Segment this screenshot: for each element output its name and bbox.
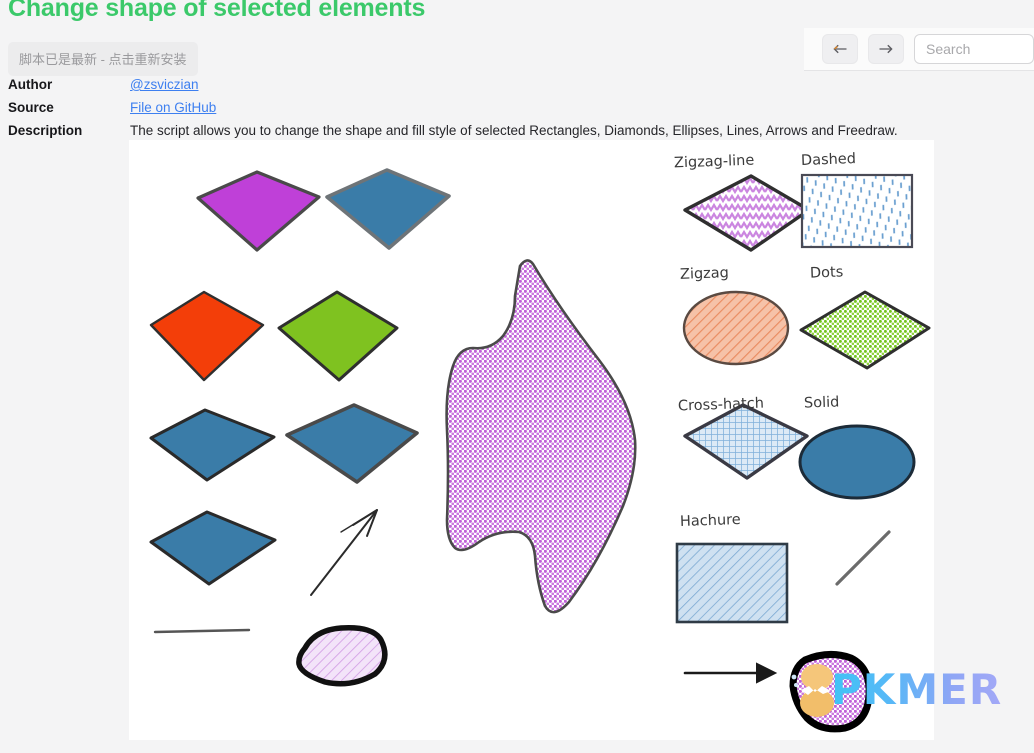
label-dashed: Dashed <box>800 151 857 169</box>
arrow-right-bottom <box>683 662 778 684</box>
line-horizontal <box>153 628 251 634</box>
search-box[interactable] <box>914 34 1034 64</box>
meta-key-author: Author <box>8 77 53 92</box>
ellipse-zigzag <box>682 290 790 366</box>
source-link[interactable]: File on GitHub <box>130 100 216 115</box>
label-dots: Dots <box>809 264 844 282</box>
diamond-solid-green <box>277 290 399 382</box>
meta-value-description: The script allows you to change the shap… <box>130 123 898 138</box>
meta-row-source: Source File on GitHub <box>8 96 1034 119</box>
author-link[interactable]: @zsviczian <box>130 77 198 92</box>
diamond-solid-blue-1 <box>325 168 451 250</box>
rect-hachure <box>675 542 789 624</box>
illustration-panel: Zigzag-line Dashed Zigzag Dots Cross-hat… <box>129 140 934 740</box>
diamond-zigzag-line <box>683 174 811 252</box>
label-solid: Solid <box>803 394 840 412</box>
meta-key-source: Source <box>8 100 54 115</box>
freedraw-hachure-purple <box>296 625 388 687</box>
diamond-solid-blue-3 <box>285 403 419 484</box>
diamond-dots <box>799 290 931 370</box>
meta-key-description: Description <box>8 123 83 138</box>
page-title: Change shape of selected elements <box>8 0 426 22</box>
nav-cluster <box>804 28 1034 71</box>
search-input[interactable] <box>924 40 1024 58</box>
label-zigzag-line: Zigzag-line <box>673 152 755 172</box>
meta-value-source: File on GitHub <box>130 96 216 119</box>
illustration-svg <box>149 168 931 733</box>
freedraw-dots-purple-large <box>445 259 637 614</box>
meta-row-description: Description The script allows you to cha… <box>8 119 1034 142</box>
diamond-solid-blue-2 <box>149 408 276 482</box>
rect-dashed <box>800 173 914 249</box>
arrow-left-icon <box>833 44 847 54</box>
forward-button[interactable] <box>868 34 904 64</box>
diamond-cross-hatch <box>683 403 809 480</box>
arrow-diagonal <box>310 509 378 596</box>
label-hachure: Hachure <box>679 511 741 531</box>
diamond-solid-purple <box>196 170 321 252</box>
arrow-right-icon <box>879 44 893 54</box>
meta-row-author: Author @zsviczian <box>8 73 1034 96</box>
line-diagonal <box>835 530 891 586</box>
back-button[interactable] <box>822 34 858 64</box>
diamond-solid-orange <box>149 290 265 382</box>
script-metadata: Author @zsviczian Source File on GitHub … <box>8 73 1034 142</box>
install-script-button[interactable]: 脚本已是最新 - 点击重新安装 <box>8 42 198 76</box>
diamond-solid-blue-4 <box>149 510 277 586</box>
freedraw-dots-watermark-blob <box>789 651 873 733</box>
label-cross-hatch: Cross-hatch <box>677 395 765 415</box>
ellipse-solid-blue <box>798 424 916 500</box>
meta-value-author: @zsviczian <box>130 73 198 96</box>
label-zigzag: Zigzag <box>679 265 730 283</box>
